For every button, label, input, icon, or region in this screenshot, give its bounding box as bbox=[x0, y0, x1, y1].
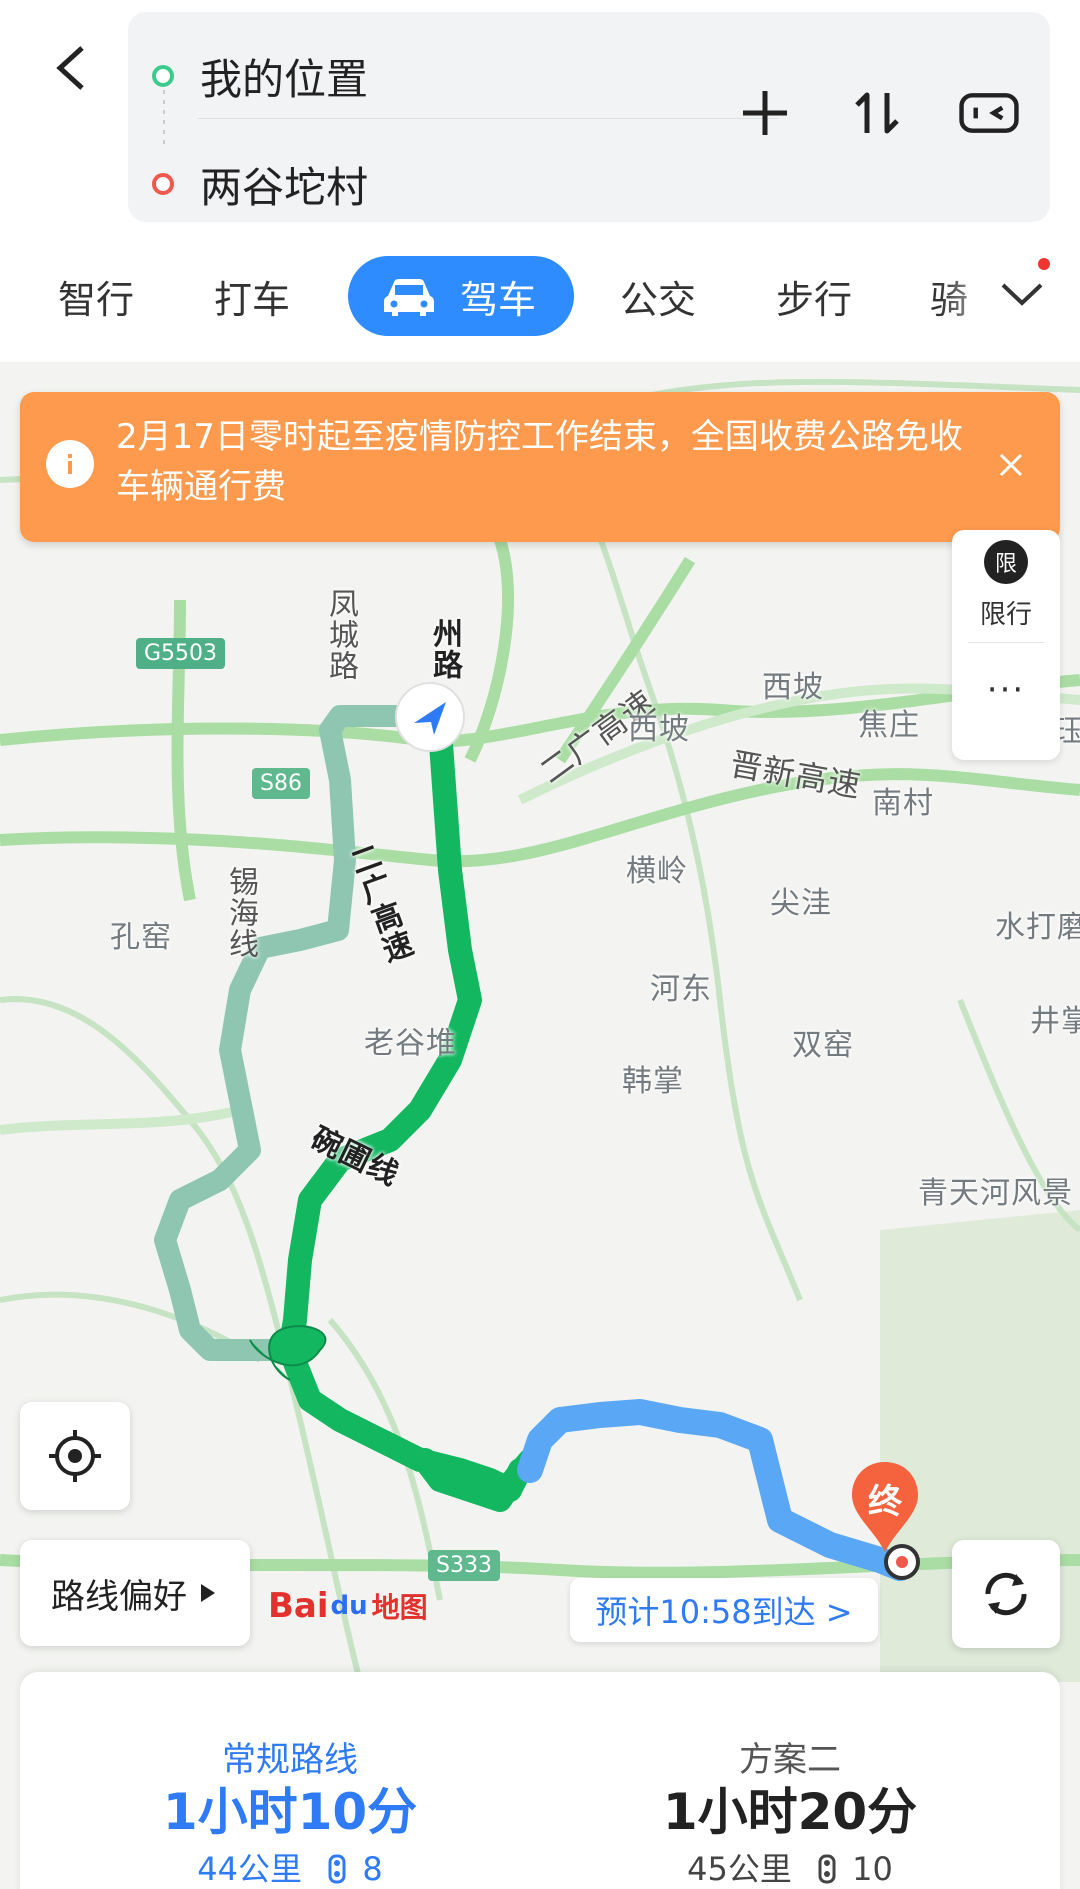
place-label: 南村 bbox=[872, 786, 934, 821]
more-options-button[interactable]: ··· bbox=[952, 670, 1060, 710]
plan-distance: 44公里 bbox=[197, 1850, 303, 1888]
notification-dot bbox=[1038, 258, 1050, 270]
route-preference-label: 路线偏好 bbox=[51, 1576, 187, 1617]
tab-drive-label: 驾车 bbox=[460, 277, 537, 322]
tab-drive[interactable]: 驾车 bbox=[348, 256, 575, 336]
place-label: 双窑 bbox=[792, 1028, 854, 1063]
locate-button[interactable] bbox=[20, 1402, 130, 1510]
car-icon bbox=[382, 274, 436, 318]
plan-distance-row: 45公里 10 bbox=[540, 1844, 1040, 1889]
place-label: 西坡 bbox=[762, 670, 824, 705]
route-plans-panel: 常规路线 1小时10分 44公里 8 方案二 1小时20分 45公里 10 bbox=[20, 1672, 1060, 1889]
row-divider bbox=[198, 118, 778, 119]
route-plan-card[interactable]: 方案二 1小时20分 45公里 10 bbox=[540, 1672, 1040, 1889]
tab-bus[interactable]: 公交 bbox=[620, 252, 696, 340]
plan-duration: 1小时20分 bbox=[662, 1783, 918, 1841]
traffic-light-icon bbox=[818, 1854, 836, 1884]
app-root: 西坡 晋新高速 二广高速 西坡 焦庄 南村 横岭 尖洼 孔窑 水打磨 河东 井掌… bbox=[0, 0, 1080, 1889]
place-label: 尖洼 bbox=[770, 886, 832, 921]
place-label: 河东 bbox=[650, 972, 712, 1007]
map-side-panel: 限 限行 ··· bbox=[952, 530, 1060, 760]
tab-walk[interactable]: 步行 bbox=[776, 252, 852, 340]
highway-badge: G5503 bbox=[136, 638, 226, 669]
restriction-label[interactable]: 限行 bbox=[952, 594, 1060, 631]
refresh-icon bbox=[985, 1572, 1027, 1616]
place-label: 水打磨 bbox=[995, 910, 1080, 945]
place-label: 横岭 bbox=[626, 854, 688, 889]
plan-duration: 1小时10分 bbox=[162, 1783, 418, 1841]
route-connector bbox=[163, 90, 165, 150]
traffic-light-icon bbox=[328, 1854, 346, 1884]
triangle-right-icon bbox=[201, 1584, 215, 1602]
top-bar: 我的位置 两谷坨村 智行 打车 驾车 公交 步行 bbox=[0, 0, 1080, 362]
restriction-icon[interactable]: 限 bbox=[984, 540, 1028, 584]
plan-distance-row: 44公里 8 bbox=[40, 1844, 540, 1889]
notice-text: 2月17日零时起至疫情防控工作结束，全国收费公路免收车辆通行费 bbox=[116, 417, 963, 507]
notice-banner[interactable]: 2月17日零时起至疫情防控工作结束，全国收费公路免收车辆通行费 bbox=[20, 392, 1060, 542]
place-label: 韩掌 bbox=[622, 1064, 684, 1099]
road-label-fengcheng: 凤城路 bbox=[323, 588, 358, 681]
locate-icon bbox=[49, 1430, 101, 1482]
place-label: 西坡 bbox=[628, 712, 690, 747]
plan-traffic-lights: 10 bbox=[852, 1850, 893, 1888]
baidu-map-logo: Bai du 地图 bbox=[268, 1586, 428, 1626]
tab-smart[interactable]: 智行 bbox=[58, 252, 134, 340]
chevron-left-icon bbox=[56, 46, 84, 90]
plan-traffic-lights: 8 bbox=[362, 1850, 383, 1888]
plan-distance: 45公里 bbox=[687, 1850, 792, 1888]
road-label-zhou: 州路 bbox=[427, 618, 462, 680]
panel-divider bbox=[968, 642, 1044, 643]
info-icon bbox=[46, 440, 94, 488]
highway-badge: S86 bbox=[252, 768, 310, 799]
highway-badge: S333 bbox=[428, 1550, 500, 1581]
route-preference-button[interactable]: 路线偏好 bbox=[20, 1540, 250, 1646]
toggle-icon[interactable] bbox=[958, 82, 1020, 144]
route-actions bbox=[734, 82, 1020, 144]
chevron-down-icon[interactable] bbox=[992, 264, 1052, 324]
close-icon[interactable] bbox=[986, 440, 1036, 490]
plus-icon[interactable] bbox=[734, 82, 796, 144]
destination-pin-icon: 终 bbox=[848, 1460, 922, 1558]
place-label: 青天河风景 bbox=[918, 1176, 1073, 1211]
start-location-text: 我的位置 bbox=[200, 54, 369, 104]
swap-icon[interactable] bbox=[846, 82, 908, 144]
place-label: 孔窑 bbox=[110, 920, 172, 955]
place-label: 焦庄 bbox=[858, 708, 920, 743]
start-dot-icon bbox=[152, 65, 174, 87]
tab-taxi[interactable]: 打车 bbox=[214, 252, 290, 340]
transport-mode-tabs: 智行 打车 驾车 公交 步行 骑 bbox=[0, 252, 1080, 340]
end-dot-icon bbox=[152, 173, 174, 195]
destination-pin-label: 终 bbox=[868, 1482, 902, 1522]
place-label: 井掌 bbox=[1030, 1004, 1080, 1039]
road-label-xihai: 锡海线 bbox=[223, 866, 258, 959]
refresh-button[interactable] bbox=[952, 1540, 1060, 1648]
route-plan-card[interactable]: 常规路线 1小时10分 44公里 8 bbox=[40, 1672, 540, 1889]
place-label: 老谷堆 bbox=[364, 1026, 457, 1061]
end-location-text: 两谷坨村 bbox=[200, 162, 369, 212]
eta-button[interactable]: 预计10:58到达 > bbox=[570, 1578, 878, 1642]
route-input-card: 我的位置 两谷坨村 bbox=[128, 12, 1050, 222]
back-button[interactable] bbox=[40, 36, 104, 100]
